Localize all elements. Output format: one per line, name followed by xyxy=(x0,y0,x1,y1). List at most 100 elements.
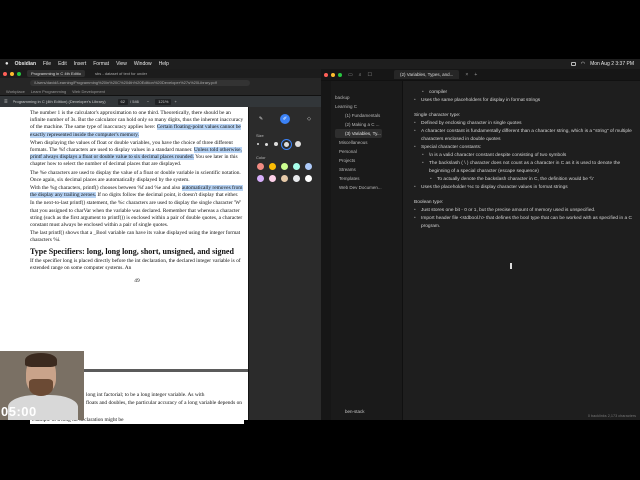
list-item: To actually denote the backslash charact… xyxy=(430,176,632,184)
highlighter-icon[interactable]: ✐ xyxy=(280,114,290,124)
pdf-toolbar: ≡ Programming in C (4th Edition) (Develo… xyxy=(0,96,321,107)
pdf-paragraph: The number 1 is the calculator's approxi… xyxy=(30,110,244,138)
close-window-icon[interactable] xyxy=(324,72,328,77)
new-tab-icon[interactable]: + xyxy=(474,72,477,78)
page-total: / 546 xyxy=(130,99,139,104)
list-item: Just stores one bit - 0 or 1, but the pr… xyxy=(414,207,632,215)
bookmark-icon[interactable]: ☐ xyxy=(368,72,372,78)
size-label: Size xyxy=(256,133,264,138)
list-item: A character constant is fundamentally di… xyxy=(414,128,632,144)
minimize-window-icon[interactable] xyxy=(10,71,14,76)
menu-app-name[interactable]: Obsidian xyxy=(15,61,36,67)
section-heading: Single character type: xyxy=(414,113,461,118)
apple-icon[interactable]: ● xyxy=(5,61,9,67)
maximize-window-icon[interactable] xyxy=(17,71,21,76)
file-tree-item[interactable]: (2) Making a C ... xyxy=(335,120,382,129)
webcam-overlay: 05:00 xyxy=(0,351,84,420)
pen-icon[interactable]: ✎ xyxy=(256,114,266,124)
battery-icon[interactable] xyxy=(570,62,576,66)
size-option-selected[interactable] xyxy=(281,138,292,150)
list-item: compiler xyxy=(422,89,632,97)
pdf-paragraph: If the specifier long is placed directly… xyxy=(30,257,241,271)
close-tab-icon[interactable]: × xyxy=(465,72,468,78)
color-swatch[interactable] xyxy=(269,175,276,182)
person-beard xyxy=(29,379,53,396)
page-number-input[interactable]: 62 xyxy=(117,98,128,105)
menu-insert[interactable]: Insert xyxy=(74,61,87,67)
countdown-timer: 05:00 xyxy=(1,404,37,419)
menu-file[interactable]: File xyxy=(43,61,51,67)
annotation-panel: ✎ ✐ ◇ Size Color xyxy=(248,107,321,420)
url-field[interactable]: /Users/david/Learning/Programming%20in%2… xyxy=(30,80,250,86)
pdf-next-page-text: long int factorial; to be a long integer… xyxy=(86,392,242,406)
folder-icon[interactable]: ▭ xyxy=(348,72,353,78)
list-item: Uses the placeholder %c to display chara… xyxy=(414,184,632,192)
color-swatch[interactable] xyxy=(281,163,288,170)
clock[interactable]: Mon Aug 2 3:37 PM xyxy=(590,61,634,67)
file-tree-item[interactable]: Learning C xyxy=(335,102,382,111)
size-option[interactable] xyxy=(257,143,259,145)
zoom-in-icon[interactable]: + xyxy=(174,99,176,104)
color-swatch[interactable] xyxy=(257,175,264,182)
color-swatch[interactable] xyxy=(281,175,288,182)
size-option[interactable] xyxy=(265,142,268,146)
file-tree-item[interactable]: Templates xyxy=(335,174,382,183)
vault-name[interactable]: ben-stack xyxy=(345,409,365,414)
pdf-title: Programming in C (4th Edition) (Develope… xyxy=(12,99,106,104)
size-option[interactable] xyxy=(295,141,301,147)
menu-view[interactable]: View xyxy=(116,61,127,67)
list-item: Special character constants: xyxy=(414,144,632,152)
zoom-out-icon[interactable]: − xyxy=(147,99,149,104)
color-swatch[interactable] xyxy=(305,163,312,170)
file-tree-item[interactable]: Web Dev Documen... xyxy=(335,183,382,192)
note-tab[interactable]: (2) Variables, Types, and... xyxy=(394,70,460,79)
menu-edit[interactable]: Edit xyxy=(58,61,67,67)
search-icon[interactable]: ⌕ xyxy=(359,72,362,78)
note-editor[interactable]: compiler Uses the same placeholders for … xyxy=(404,81,640,420)
minimize-window-icon[interactable] xyxy=(331,72,335,77)
pdf-section-heading: Type Specifiers: long, long long, short,… xyxy=(30,246,234,256)
size-option[interactable] xyxy=(274,142,278,146)
annotation-tools: ✎ ✐ ◇ xyxy=(249,113,321,125)
file-tree-item[interactable]: Streams xyxy=(335,165,382,174)
color-swatch[interactable] xyxy=(257,163,264,170)
menu-format[interactable]: Format xyxy=(93,61,109,67)
file-explorer: backup Learning C (1) Fundamentals (2) Maki… xyxy=(321,81,403,420)
browser-tab-bar: Programming in C 4th Editio sbs - datase… xyxy=(0,69,321,78)
menu-window[interactable]: Window xyxy=(134,61,152,67)
file-tree-item[interactable]: (3) Variables, Ty... xyxy=(335,129,382,138)
menu-icon[interactable]: ≡ xyxy=(4,99,8,105)
pdf-paragraph: When displaying the values of float or d… xyxy=(30,139,242,168)
file-tree-item[interactable]: Miscellaneous xyxy=(335,138,382,147)
bookmarks-bar: Workplace Learn Programming Web Developm… xyxy=(0,88,321,96)
maximize-window-icon[interactable] xyxy=(338,72,342,77)
color-label: Color xyxy=(256,155,266,160)
file-tree-item[interactable]: Personal xyxy=(335,147,382,156)
pdf-page-number: 49 xyxy=(134,278,140,285)
bookmark-workplace[interactable]: Workplace xyxy=(6,89,25,94)
browser-tab-pdf[interactable]: Programming in C 4th Editio xyxy=(27,70,86,77)
file-tree-item[interactable]: backup xyxy=(335,93,382,102)
color-swatch[interactable] xyxy=(305,175,312,182)
eraser-icon[interactable]: ◇ xyxy=(304,114,314,124)
pdf-paragraph: The last printf() shows that a _Bool var… xyxy=(30,230,241,244)
browser-tab-dataset[interactable]: sbs - dataset of text for under xyxy=(91,70,151,77)
color-swatch[interactable] xyxy=(269,163,276,170)
file-tree-item[interactable]: (1) Fundamentals xyxy=(335,111,382,120)
wifi-icon[interactable]: ◠ xyxy=(581,61,585,67)
list-item: The backslash ( \ ) character does not c… xyxy=(422,160,632,176)
menu-help[interactable]: Help xyxy=(159,61,169,67)
close-window-icon[interactable] xyxy=(3,71,7,76)
bookmark-web-development[interactable]: Web Development xyxy=(72,89,105,94)
zoom-level[interactable]: 121% xyxy=(155,98,172,105)
pdf-paragraph: With the %g characters, printf() chooses… xyxy=(30,185,243,199)
left-ribbon xyxy=(321,81,331,420)
color-swatch[interactable] xyxy=(293,175,300,182)
file-tree-item[interactable]: Projects xyxy=(335,156,382,165)
pdf-paragraph: In the next-to-last printf() statement, … xyxy=(30,200,243,229)
color-swatch[interactable] xyxy=(293,163,300,170)
menu-bar-status: ◠ Mon Aug 2 3:37 PM xyxy=(570,61,634,67)
pdf-paragraph: The %e characters are used to display th… xyxy=(30,169,241,183)
bookmark-learn-programming[interactable]: Learn Programming xyxy=(31,89,66,94)
address-bar: /Users/david/Learning/Programming%20in%2… xyxy=(0,78,321,88)
